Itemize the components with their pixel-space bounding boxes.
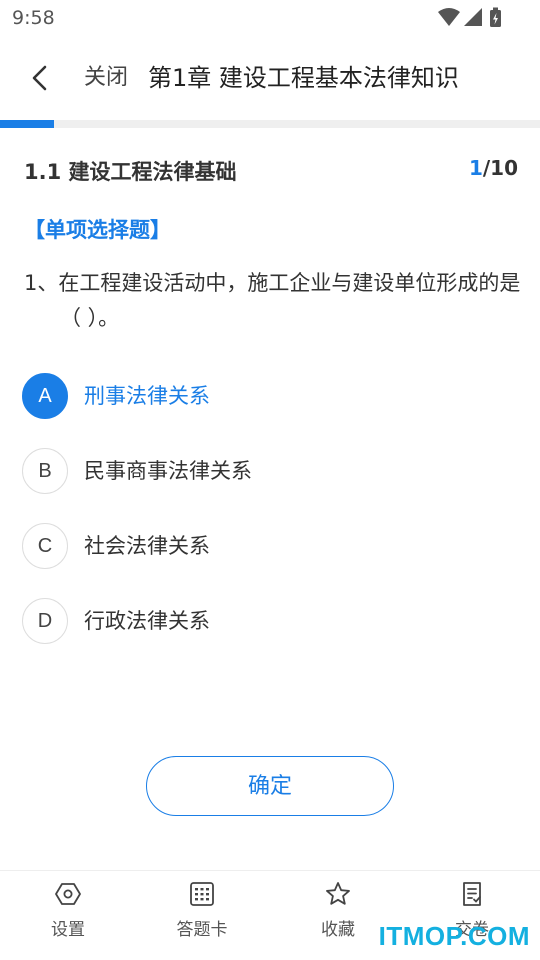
- status-bar: 9:58: [0, 0, 540, 36]
- battery-charging-icon: [490, 7, 501, 27]
- question-type: 【单项选择题】: [24, 218, 171, 242]
- option-text: 行政法律关系: [84, 609, 210, 633]
- chapter-title: 第1章 建设工程基本法律知识: [148, 64, 459, 92]
- counter-total: /10: [482, 156, 518, 180]
- option-letter: D: [22, 598, 68, 644]
- nav-answer-card-label: 答题卡: [176, 920, 228, 940]
- option-text: 刑事法律关系: [84, 384, 210, 408]
- section-title: 1.1 建设工程法律基础: [24, 160, 237, 184]
- options-list: A 刑事法律关系 B 民事商事法律关系 C 社会法律关系 D 行政法律关系: [22, 372, 522, 672]
- option-c[interactable]: C 社会法律关系: [22, 522, 522, 570]
- option-b[interactable]: B 民事商事法律关系: [22, 447, 522, 495]
- star-icon: [326, 882, 350, 905]
- question-counter: 1/10: [469, 156, 518, 180]
- grid-card-icon: [190, 882, 214, 906]
- close-button[interactable]: 关闭: [84, 64, 128, 92]
- option-text: 社会法律关系: [84, 534, 210, 558]
- counter-current: 1: [468, 156, 483, 180]
- chevron-left-icon[interactable]: [26, 64, 54, 92]
- option-d[interactable]: D 行政法律关系: [22, 597, 522, 645]
- status-icons: [438, 7, 501, 27]
- question-text: 1、在工程建设活动中，施工企业与建设单位形成的是（ ）。: [24, 271, 521, 330]
- section-row: 1.1 建设工程法律基础 1/10: [24, 152, 518, 188]
- nav-favorite[interactable]: 收藏: [293, 881, 383, 951]
- watermark: ITMOP.COM: [378, 921, 530, 951]
- hexagon-settings-icon: [55, 883, 81, 905]
- option-letter: A: [22, 373, 68, 419]
- nav-answer-card[interactable]: 答题卡: [157, 881, 247, 951]
- progress-fill: [0, 120, 54, 128]
- confirm-button[interactable]: 确定: [146, 756, 394, 816]
- top-bar: 关闭 第1章 建设工程基本法律知识: [0, 48, 540, 108]
- option-a[interactable]: A 刑事法律关系: [22, 372, 522, 420]
- submit-paper-icon: [463, 882, 481, 906]
- signal-icon: [464, 8, 482, 26]
- nav-settings[interactable]: 设置: [23, 881, 113, 951]
- nav-settings-label: 设置: [51, 920, 85, 940]
- wifi-icon: [438, 8, 460, 26]
- option-letter: C: [22, 523, 68, 569]
- nav-favorite-label: 收藏: [321, 920, 355, 940]
- status-time: 9:58: [12, 7, 55, 29]
- progress-bar: [0, 120, 540, 128]
- option-text: 民事商事法律关系: [84, 459, 252, 483]
- option-letter: B: [22, 448, 68, 494]
